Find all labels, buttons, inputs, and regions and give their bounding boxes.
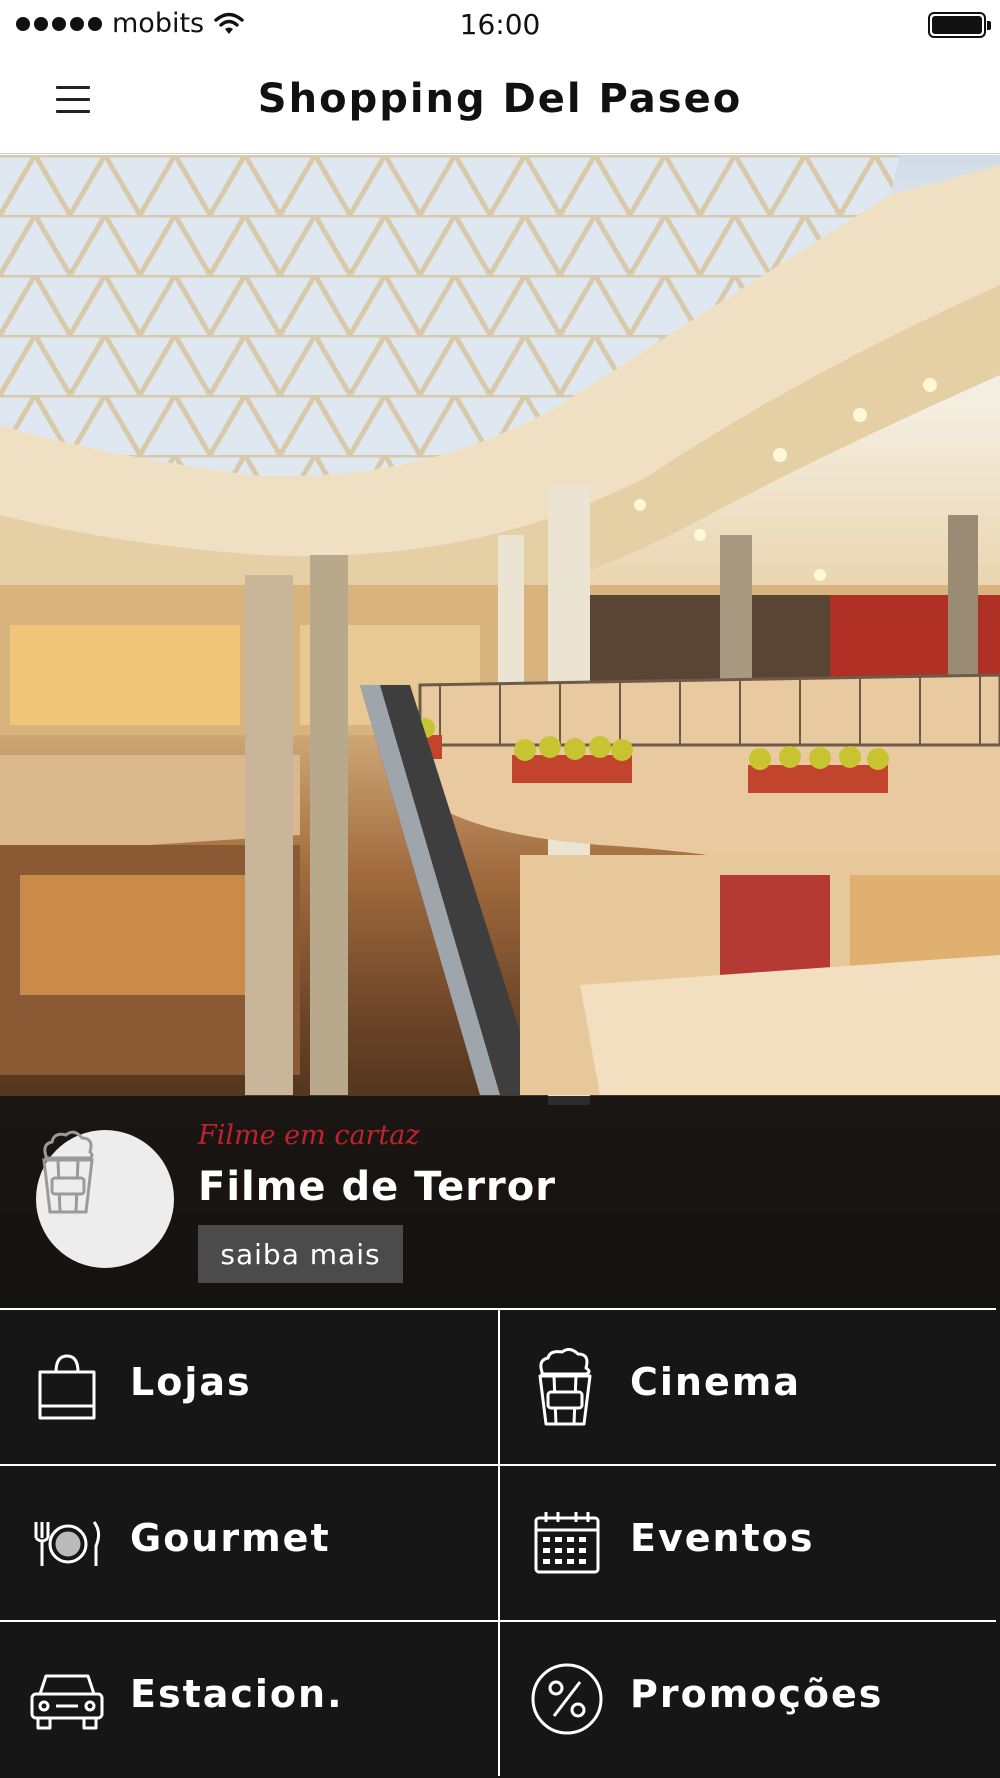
menu-item-gourmet[interactable]: Gourmet xyxy=(0,1464,498,1620)
menu-item-lojas[interactable]: Lojas xyxy=(0,1308,498,1464)
nav-bar: Shopping Del Paseo xyxy=(0,50,1000,154)
plate-cutlery-icon xyxy=(34,1521,101,1566)
page-title: Shopping Del Paseo xyxy=(257,76,743,122)
banner-subtitle: Filme em cartaz xyxy=(198,1120,420,1151)
menu-item-eventos[interactable]: Eventos xyxy=(498,1464,996,1620)
car-icon xyxy=(30,1674,104,1730)
menu-label-promocoes: Promoções xyxy=(630,1672,884,1716)
percent-icon xyxy=(531,1663,603,1735)
status-time: 16:00 xyxy=(459,8,541,41)
menu-item-cinema[interactable]: Cinema xyxy=(498,1308,996,1464)
calendar-icon xyxy=(534,1512,600,1574)
popcorn-badge xyxy=(36,1130,174,1268)
popcorn-icon xyxy=(42,1130,94,1214)
status-bar: mobits 16:00 xyxy=(0,0,1000,50)
menu-label-cinema: Cinema xyxy=(630,1360,801,1404)
battery-icon xyxy=(928,12,991,38)
saiba-mais-button[interactable]: saiba mais xyxy=(198,1225,403,1283)
movie-banner: Filme em cartaz Filme de Terror saiba ma… xyxy=(0,1096,1000,1308)
movie-title: Filme de Terror xyxy=(198,1164,556,1210)
menu-label-eventos: Eventos xyxy=(630,1516,815,1560)
menu-label-lojas: Lojas xyxy=(130,1360,252,1404)
menu-item-estacionamento[interactable]: Estacion. xyxy=(0,1620,498,1776)
menu-label-estacionamento: Estacion. xyxy=(130,1672,344,1716)
hero-image: Filme em cartaz Filme de Terror saiba ma… xyxy=(0,155,1000,1308)
menu-grid: Lojas Cinema Gourmet Eventos Estacion. P… xyxy=(0,1308,1000,1778)
menu-item-promocoes[interactable]: Promoções xyxy=(498,1620,996,1776)
menu-label-gourmet: Gourmet xyxy=(130,1516,331,1560)
popcorn-icon xyxy=(538,1348,592,1426)
shopping-bag-icon xyxy=(38,1354,96,1420)
